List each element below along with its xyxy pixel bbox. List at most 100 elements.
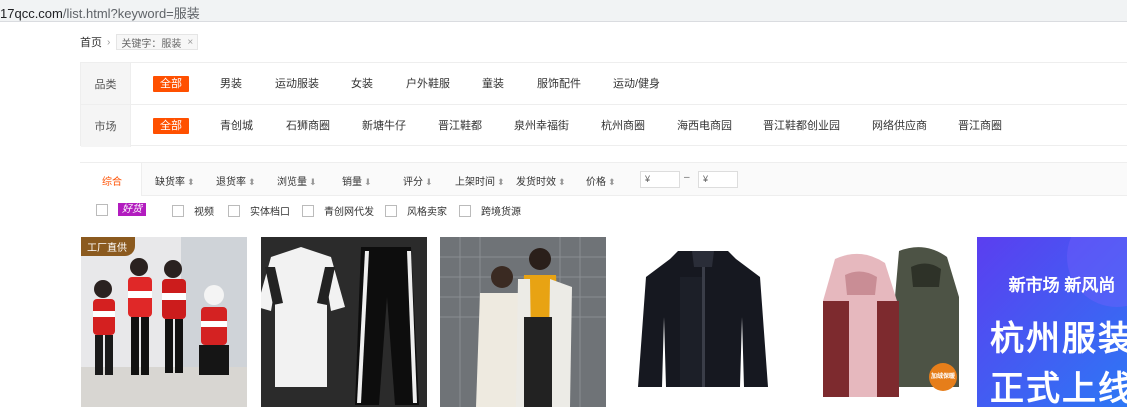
category-option-sportswear[interactable]: 运动服装 [275,76,319,92]
sort-rating-label: 评分 [403,177,423,188]
video-checkbox-label: 视频 [194,207,214,218]
url-text[interactable]: 17qcc.com/list.html?keyword=服装 [0,3,200,22]
warm-lining-tag: 加绒保暖 [930,374,955,380]
url-path: /list.html?keyword=服装 [62,6,200,21]
promo-line-1: 新市场 新风尚 [1008,276,1116,295]
sort-arrow-icon: ⬇ [309,177,317,187]
category-option-kids[interactable]: 童装 [482,76,504,92]
price-min-input[interactable]: ¥ [640,171,680,188]
physical-store-checkbox[interactable]: 实体档口 [228,203,290,218]
sort-rating[interactable]: 评分 ⬇ [403,173,433,188]
breadcrumb: 首页 › 关键字：服装 × [80,34,199,50]
market-filter-row: 市场 全部 青创城 石狮商圈 新塘牛仔 晋江鞋都 泉州幸福街 杭州商圈 海西电商… [81,105,1127,147]
category-option-men[interactable]: 男装 [220,76,242,92]
market-option-hangzhou[interactable]: 杭州商圈 [601,118,645,134]
filter-panel: 品类 全部 男装 运动服装 女装 户外鞋服 童装 服饰配件 运动/健身 市场 全… [80,62,1127,147]
sort-shipping-time[interactable]: 发货时效 ⬍ [516,173,566,188]
category-label: 品类 [81,63,131,104]
sort-arrow-icon: ⬍ [187,177,195,187]
product-image-down-jackets[interactable] [440,237,606,407]
category-option-fitness[interactable]: 运动/健身 [613,76,660,92]
market-option-jinjiang-district[interactable]: 晋江商圈 [958,118,1002,134]
promo-line-2: 杭州服装 [990,320,1127,358]
breadcrumb-separator-icon: › [107,36,111,48]
sort-price-label: 价格 [586,177,606,188]
breadcrumb-home-link[interactable]: 首页 [80,34,102,50]
market-option-haixi[interactable]: 海西电商园 [677,118,732,134]
sort-return-rate[interactable]: 退货率 ⬍ [216,173,256,188]
hot-goods-badge: 好货 [118,203,146,216]
market-option-shishi[interactable]: 石狮商圈 [286,118,330,134]
sort-price[interactable]: 价格 ⬍ [586,173,616,188]
product-image-sweatshirt-set[interactable] [261,237,427,407]
sort-sales[interactable]: 销量 ⬇ [342,173,372,188]
checkbox-box[interactable] [228,204,240,217]
market-label: 市场 [81,105,131,147]
address-bar[interactable]: 17qcc.com/list.html?keyword=服装 [0,0,1127,22]
market-option-jinjiang-shoes[interactable]: 晋江鞋都 [438,118,482,134]
sort-stockout-label: 缺货率 [155,177,185,188]
product-grid: 工厂直供 加绒保暖 新市场 新风尚 杭州服装 正式上线 [81,237,1127,407]
checkbox-box[interactable] [302,204,314,217]
hot-goods-checkbox[interactable]: 好货 [96,203,146,216]
promo-line-3: 正式上线 [990,370,1127,407]
category-option-women[interactable]: 女装 [351,76,373,92]
dropship-checkbox[interactable]: 青创网代发 [302,203,374,218]
sort-arrow-icon: ⬍ [608,177,616,187]
checkbox-box[interactable] [385,204,397,217]
category-filter-row: 品类 全部 男装 运动服装 女装 户外鞋服 童装 服饰配件 运动/健身 [81,63,1127,105]
product-card[interactable]: 加绒保暖 [799,237,965,407]
product-image-hooded-jackets[interactable] [799,237,965,407]
sort-listing-time[interactable]: 上架时间 ⬍ [455,173,505,188]
style-seller-label: 风格卖家 [407,207,447,218]
category-option-all[interactable]: 全部 [153,76,189,92]
market-option-qingchuangcheng[interactable]: 青创城 [220,118,253,134]
market-option-online-supplier[interactable]: 网络供应商 [872,118,927,134]
market-option-xintang[interactable]: 新塘牛仔 [362,118,406,134]
market-option-all[interactable]: 全部 [153,118,189,134]
cross-border-checkbox[interactable]: 跨境货源 [459,203,521,218]
product-image-black-jacket[interactable] [620,237,786,407]
price-max-input[interactable]: ¥ [698,171,738,188]
market-option-quanzhou[interactable]: 泉州幸福街 [514,118,569,134]
sort-bar: 综合 缺货率 ⬍ 退货率 ⬍ 浏览量 ⬇ 销量 ⬇ 评分 ⬇ 上架时间 ⬍ 发货时效 ⬍ 价格… [80,162,1127,196]
checkbox-box[interactable] [96,203,108,216]
sort-listing-label: 上架时间 [455,177,495,188]
sort-stockout-rate[interactable]: 缺货率 ⬍ [155,173,195,188]
sort-comprehensive[interactable]: 综合 [102,173,122,188]
sort-arrow-icon: ⬇ [425,177,433,187]
factory-direct-badge: 工厂直供 [81,237,135,256]
sort-arrow-icon: ⬍ [248,177,256,187]
url-domain: 17qcc.com [0,6,63,21]
product-image-uniforms[interactable] [81,237,247,407]
keyword-tag-label: 关键字：服装 [121,38,182,50]
cross-border-label: 跨境货源 [481,207,521,218]
video-checkbox[interactable]: 视频 [172,203,214,218]
physical-store-label: 实体档口 [250,207,290,218]
sort-shipping-label: 发货时效 [516,177,556,188]
checkbox-box[interactable] [172,204,184,217]
product-card[interactable] [620,237,786,407]
sort-views[interactable]: 浏览量 ⬇ [277,173,317,188]
product-card[interactable]: 工厂直供 [81,237,247,407]
product-card[interactable] [261,237,427,407]
sort-return-label: 退货率 [216,177,246,188]
category-option-accessories[interactable]: 服饰配件 [537,76,581,92]
product-card[interactable] [440,237,606,407]
dropship-label: 青创网代发 [324,207,374,218]
sort-views-label: 浏览量 [277,177,307,188]
promo-banner[interactable]: 新市场 新风尚 杭州服装 正式上线 [977,237,1127,407]
keyword-tag: 关键字：服装 × [116,34,199,50]
market-options: 全部 青创城 石狮商圈 新塘牛仔 晋江鞋都 泉州幸福街 杭州商圈 海西电商园 晋… [131,105,1127,147]
sort-arrow-icon: ⬍ [497,177,505,187]
remove-keyword-icon[interactable]: × [187,37,193,48]
sort-comprehensive-label: 综合 [102,177,122,188]
style-seller-checkbox[interactable]: 风格卖家 [385,203,447,218]
sort-sales-label: 销量 [342,177,362,188]
checkbox-box[interactable] [459,204,471,217]
market-option-jinjiang-startup[interactable]: 晋江鞋都创业园 [763,118,840,134]
price-range-dash: – [684,172,690,183]
option-checkboxes: 好货 视频 实体档口 青创网代发 风格卖家 跨境货源 [96,201,996,218]
category-option-outdoor[interactable]: 户外鞋服 [406,76,450,92]
category-options: 全部 男装 运动服装 女装 户外鞋服 童装 服饰配件 运动/健身 [131,63,1127,104]
